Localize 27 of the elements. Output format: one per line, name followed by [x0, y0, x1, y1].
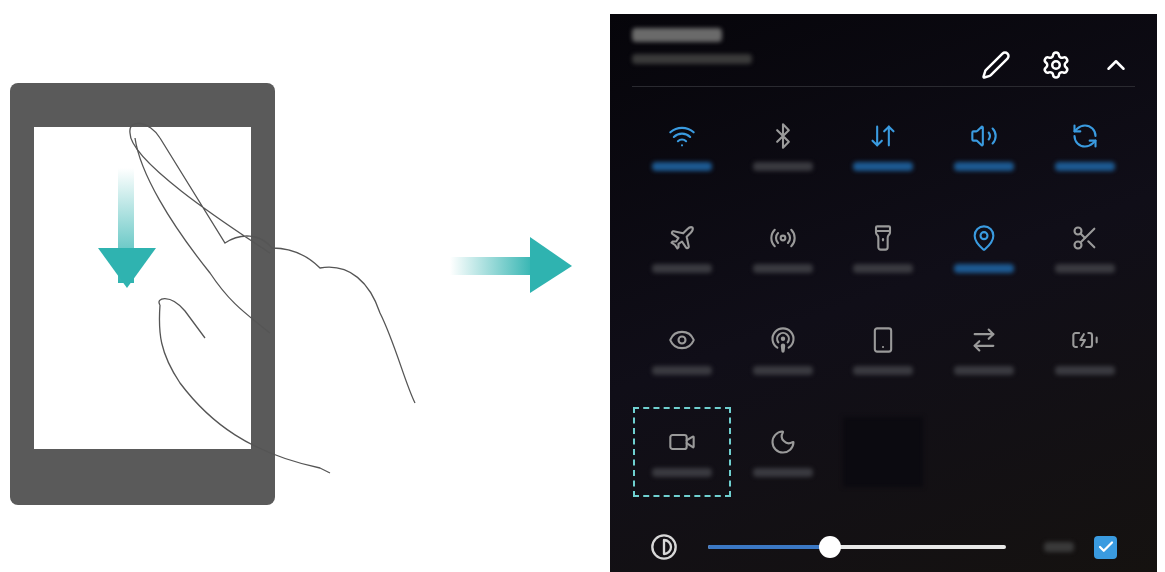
blurred-label [1044, 542, 1074, 552]
auto-checkbox[interactable] [1094, 535, 1117, 559]
blurred-label [1054, 263, 1115, 273]
slider-thumb[interactable] [819, 536, 842, 558]
brightness-icon [650, 533, 678, 561]
blurred-label [652, 365, 713, 375]
blurred-label [752, 365, 813, 375]
blurred-label [652, 161, 713, 171]
blurred-label [853, 161, 914, 171]
blurred-label [652, 467, 713, 477]
edit-button[interactable] [979, 48, 1013, 82]
blurred-label [752, 161, 813, 171]
blurred-label [954, 161, 1015, 171]
right-arrow-icon [450, 235, 572, 295]
highlighted-tile[interactable] [633, 407, 732, 497]
brightness-slider[interactable] [708, 536, 1006, 558]
blurred-label [954, 365, 1015, 375]
edit-icon [981, 50, 1011, 80]
blurred-label [1054, 161, 1115, 171]
blurred-label [752, 263, 813, 273]
blurred-label [853, 263, 914, 273]
blurred-label [1054, 365, 1115, 375]
blurred-label [853, 365, 914, 375]
blurred-label [752, 467, 813, 477]
blurred-label [652, 263, 713, 273]
blurred-label [954, 263, 1015, 273]
settings-icon [1041, 50, 1071, 80]
